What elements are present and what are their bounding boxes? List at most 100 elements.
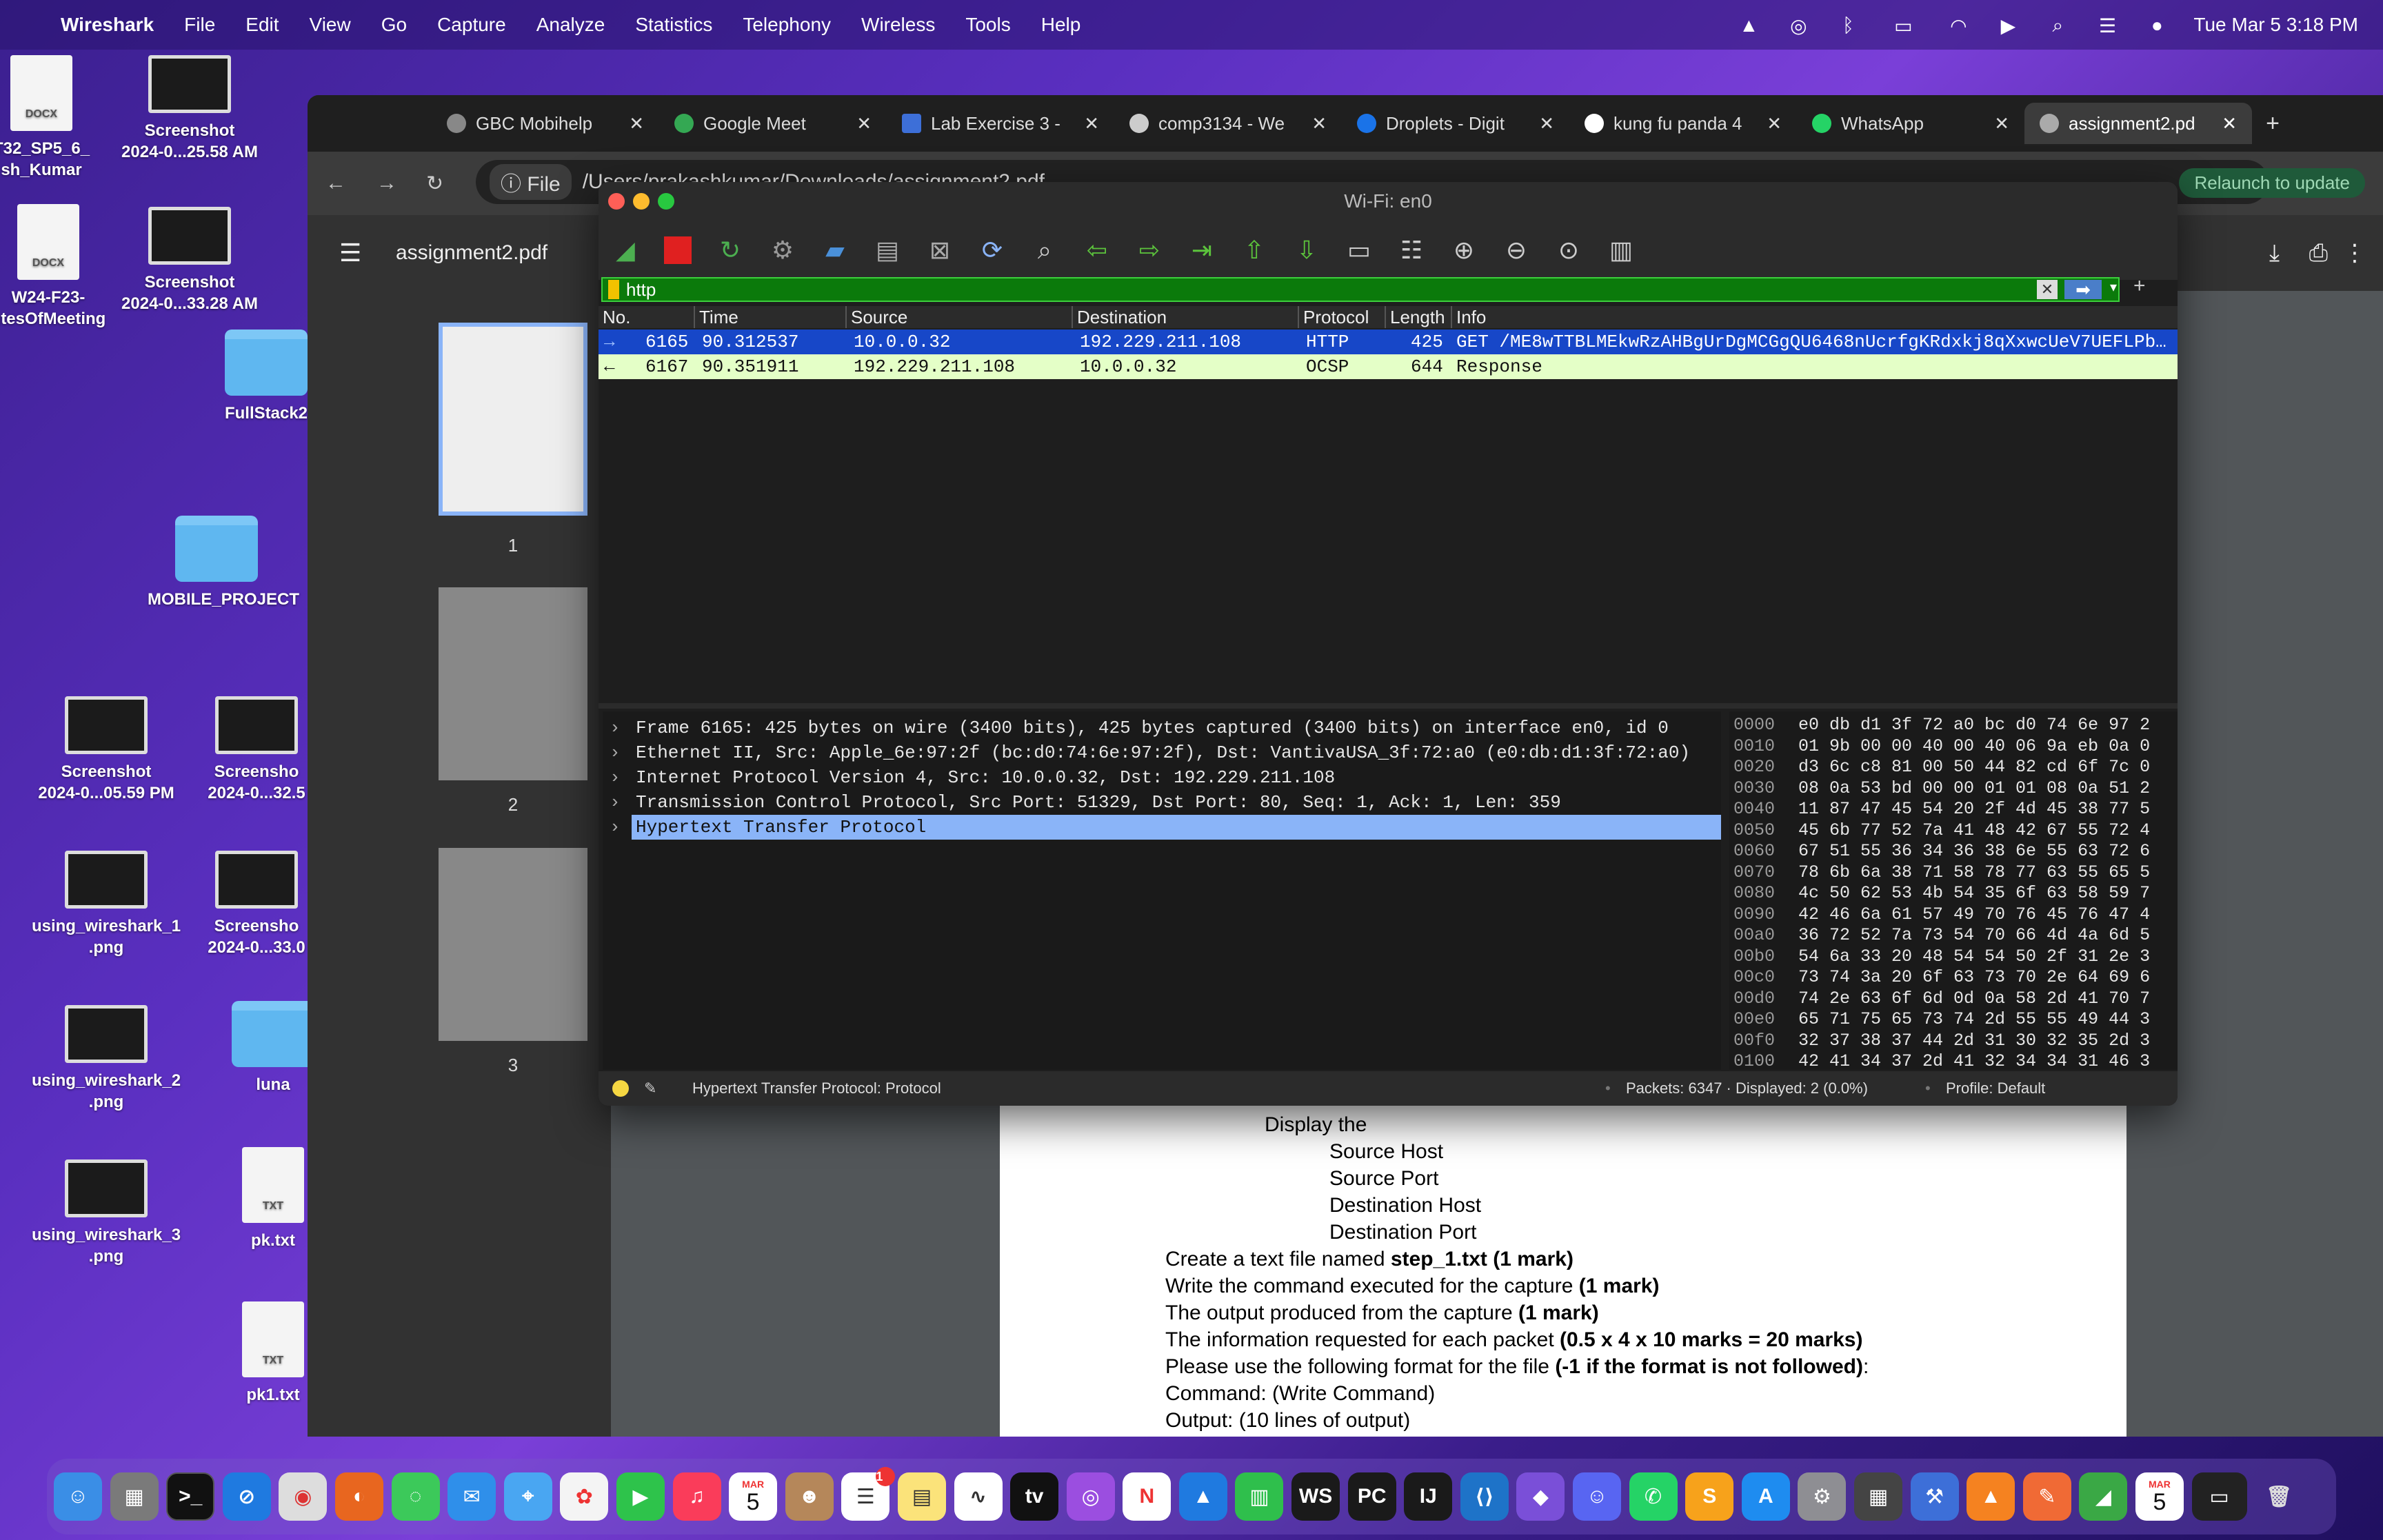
- messages-icon[interactable]: ◌: [391, 1472, 440, 1521]
- zoom-window-button[interactable]: [658, 193, 674, 210]
- chevron-right-icon[interactable]: ›: [610, 815, 621, 840]
- menu-tools[interactable]: Tools: [965, 14, 1010, 36]
- tab-droplets[interactable]: Droplets - Digit ✕: [1342, 103, 1569, 144]
- contacts-icon[interactable]: ☻: [785, 1472, 834, 1521]
- tab-gbc-mobihelp[interactable]: GBC Mobihelp ✕: [432, 103, 659, 144]
- siri-icon[interactable]: ●: [2144, 14, 2170, 36]
- forward-arrow-icon[interactable]: →: [376, 172, 397, 195]
- start-capture-icon[interactable]: ◢: [605, 230, 645, 270]
- tab-kung-fu-panda[interactable]: kung fu panda 4 ✕: [1569, 103, 1797, 144]
- desktop-file-screenshot-4[interactable]: Screensho 2024-0...32.5: [201, 696, 312, 804]
- page-thumbnail-3[interactable]: [439, 848, 587, 1041]
- page-thumbnail-1[interactable]: [439, 323, 587, 516]
- chevron-right-icon[interactable]: ›: [610, 765, 621, 790]
- menu-telephony[interactable]: Telephony: [743, 14, 831, 36]
- trash-icon[interactable]: 🗑: [2255, 1472, 2303, 1521]
- site-info-chip[interactable]: ⓘ File: [490, 164, 572, 200]
- hotspot-icon[interactable]: ◎: [1785, 14, 1811, 37]
- column-time[interactable]: Time: [694, 306, 738, 328]
- save-file-icon[interactable]: ▤: [867, 230, 907, 270]
- discord-icon[interactable]: ☺: [1573, 1472, 1622, 1521]
- terminal-icon[interactable]: >_: [166, 1472, 215, 1521]
- open-file-icon[interactable]: ▰: [815, 230, 855, 270]
- close-icon[interactable]: ✕: [856, 113, 872, 134]
- postman-icon[interactable]: ✎: [2022, 1472, 2071, 1521]
- menu-view[interactable]: View: [310, 14, 351, 36]
- go-first-icon[interactable]: ⇧: [1234, 230, 1274, 270]
- reload-file-icon[interactable]: ⟳: [972, 230, 1012, 270]
- autoscroll-icon[interactable]: ▭: [1339, 230, 1379, 270]
- column-source[interactable]: Source: [845, 306, 907, 328]
- expert-info-icon[interactable]: [612, 1080, 629, 1097]
- column-no[interactable]: No.: [599, 306, 630, 328]
- vlc-status-icon[interactable]: ▲: [1736, 14, 1762, 36]
- menu-app-name[interactable]: Wireshark: [61, 14, 154, 36]
- control-center-icon[interactable]: ☰: [2094, 14, 2120, 37]
- app-store-icon[interactable]: A: [1741, 1472, 1790, 1521]
- bookmark-icon[interactable]: [608, 280, 619, 299]
- close-icon[interactable]: ✕: [1311, 113, 1327, 134]
- menu-capture[interactable]: Capture: [437, 14, 506, 36]
- display-filter-input[interactable]: http: [626, 279, 656, 301]
- battery-icon[interactable]: ▭: [1884, 14, 1922, 37]
- column-length[interactable]: Length: [1385, 306, 1451, 328]
- maps-icon[interactable]: ⌖: [503, 1472, 552, 1521]
- vlc-icon[interactable]: ▲: [1967, 1472, 2015, 1521]
- tree-item-tcp[interactable]: › Transmission Control Protocol, Src Port…: [603, 790, 1721, 815]
- download-icon[interactable]: ⤓: [2269, 240, 2280, 267]
- go-forward-icon[interactable]: ⇨: [1129, 230, 1169, 270]
- menu-go[interactable]: Go: [381, 14, 407, 36]
- close-icon[interactable]: ✕: [2222, 113, 2237, 134]
- capture-options-icon[interactable]: ⚙: [763, 230, 803, 270]
- desktop-folder-mobile-project[interactable]: MOBILE_PROJECT: [148, 516, 299, 610]
- webstorm-icon[interactable]: WS: [1291, 1472, 1340, 1521]
- menu-clock[interactable]: Tue Mar 5 3:18 PM: [2193, 14, 2358, 36]
- tab-assignment2[interactable]: assignment2.pd ✕: [2024, 103, 2252, 144]
- more-options-icon[interactable]: ⋮: [2343, 239, 2366, 267]
- back-arrow-icon[interactable]: ←: [325, 172, 346, 195]
- close-icon[interactable]: ✕: [629, 113, 644, 134]
- tree-item-frame[interactable]: › Frame 6165: 425 bytes on wire (3400 bit…: [603, 716, 1721, 740]
- desktop-file-screenshot-2[interactable]: Screenshot 2024-0...33.28 AM: [121, 207, 259, 314]
- desktop-file-docx-2[interactable]: DOCX W24-F23- utesOfMeeting: [0, 204, 117, 330]
- calendar-recent-icon[interactable]: MAR 5: [2135, 1472, 2184, 1521]
- notes-icon[interactable]: ▤: [897, 1472, 946, 1521]
- desktop-file-screenshot-1[interactable]: Screenshot 2024-0...25.58 AM: [121, 55, 259, 163]
- search-icon[interactable]: ⌕: [2044, 14, 2071, 36]
- new-tab-button[interactable]: +: [2252, 110, 2293, 137]
- desktop-file-screenshot-5[interactable]: Screensho 2024-0...33.0: [201, 851, 312, 958]
- menu-file[interactable]: File: [184, 14, 215, 36]
- desktop-file-using-wireshark-2[interactable]: using_wireshark_2 .png: [23, 1005, 189, 1113]
- pane-splitter[interactable]: [599, 703, 2178, 709]
- chevron-down-icon[interactable]: ▾: [2110, 278, 2117, 296]
- play-icon[interactable]: ▶: [1995, 14, 2021, 37]
- whatsapp-icon[interactable]: ✆: [1629, 1472, 1678, 1521]
- edit-comment-icon[interactable]: ✎: [644, 1071, 656, 1106]
- desktop-file-using-wireshark-3[interactable]: using_wireshark_3 .png: [23, 1159, 189, 1267]
- firefox-icon[interactable]: ◐: [334, 1472, 383, 1521]
- relaunch-button[interactable]: Relaunch to update: [2179, 168, 2365, 198]
- tab-comp3134[interactable]: comp3134 - We ✕: [1114, 103, 1342, 144]
- close-icon[interactable]: ✕: [1767, 113, 1782, 134]
- finder-icon[interactable]: ☺: [54, 1472, 102, 1521]
- apply-filter-icon[interactable]: ➡: [2064, 280, 2102, 299]
- safari-icon[interactable]: ⊘: [222, 1472, 271, 1521]
- menu-wireless[interactable]: Wireless: [861, 14, 935, 36]
- music-icon[interactable]: ♫: [672, 1472, 721, 1521]
- resize-columns-icon[interactable]: ▥: [1601, 230, 1641, 270]
- page-thumbnail-2[interactable]: [439, 587, 587, 780]
- chevron-right-icon[interactable]: ›: [610, 740, 621, 765]
- numbers-icon[interactable]: ▥: [1235, 1472, 1284, 1521]
- mail-icon[interactable]: ✉: [448, 1472, 496, 1521]
- menu-analyze[interactable]: Analyze: [536, 14, 605, 36]
- menu-statistics[interactable]: Statistics: [635, 14, 712, 36]
- desktop-file-using-wireshark-1[interactable]: using_wireshark_1 .png: [23, 851, 189, 958]
- tree-item-ipv4[interactable]: › Internet Protocol Version 4, Src: 10.0.…: [603, 765, 1721, 790]
- stop-capture-icon[interactable]: [658, 230, 698, 270]
- zoom-out-icon[interactable]: ⊖: [1496, 230, 1536, 270]
- xcode-icon[interactable]: ⚒: [1910, 1472, 1959, 1521]
- screenshot-stack-icon[interactable]: ▭: [2191, 1472, 2247, 1521]
- menu-help[interactable]: Help: [1041, 14, 1081, 36]
- news-icon[interactable]: N: [1123, 1472, 1172, 1521]
- tree-item-http[interactable]: › Hypertext Transfer Protocol: [603, 815, 1721, 840]
